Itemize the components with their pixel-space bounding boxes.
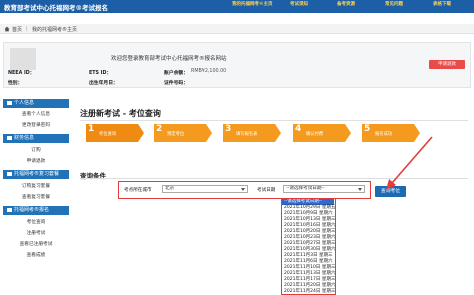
- sidebar-item-view-scores[interactable]: 查看成绩: [3, 252, 69, 258]
- step-1: 1 考位查询: [86, 124, 144, 142]
- breadcrumb-current[interactable]: 我的托福网考®主页: [32, 26, 77, 33]
- sidebar-head-finance[interactable]: 财务信息: [3, 134, 69, 143]
- annotation-arrow-icon: [386, 136, 433, 190]
- dob-label: 出生年月日：: [89, 81, 118, 86]
- sidebar-head-prep[interactable]: 托福网考®复习套餐: [3, 170, 69, 179]
- nav-exam-notes[interactable]: 考试须知: [290, 1, 308, 7]
- city-label: 考点所在城市: [124, 188, 152, 193]
- balance-label: 账户余额：: [164, 71, 188, 76]
- sidebar-item-refund[interactable]: 申请退款: [3, 158, 69, 164]
- refund-button[interactable]: 申请退款: [429, 60, 465, 69]
- top-nav: 我的托福网考®主页 考试须知 备考资源 常见问题 表格下载: [226, 0, 474, 13]
- nav-faq[interactable]: 常见问题: [385, 1, 403, 7]
- page-title: 注册新考试 - 考位查询: [80, 109, 161, 118]
- sidebar-item-change-password[interactable]: 更改登录密码: [3, 122, 69, 128]
- id-number-label: 证件号码：: [164, 81, 188, 86]
- sidebar-item-register-exam[interactable]: 注册考试: [3, 230, 69, 236]
- finance-icon: [7, 135, 12, 140]
- sidebar-head-register[interactable]: 托福网考®报名: [3, 206, 69, 215]
- register-icon: [7, 207, 12, 212]
- breadcrumb: 首页 | 我的托福网考®主页: [0, 24, 474, 34]
- sidebar: 个人信息 查看个人信息 更改登录密码 财务信息 订购 申请退款 托福网考®复习套…: [3, 99, 69, 295]
- breadcrumb-home[interactable]: 首页: [12, 26, 22, 33]
- step-3: 3 填写报名表: [223, 124, 281, 142]
- neea-id-label: NEEA ID：: [8, 71, 35, 76]
- book-icon: [7, 171, 12, 176]
- sidebar-item-order[interactable]: 订购: [3, 147, 69, 153]
- user-icon: [7, 100, 12, 105]
- date-option[interactable]: 2021年11月24日 星期三: [282, 289, 335, 294]
- home-icon: [4, 26, 10, 32]
- sidebar-item-view-info[interactable]: 查看个人信息: [3, 111, 69, 117]
- city-select[interactable]: 北京: [162, 185, 248, 193]
- sidebar-head-personal[interactable]: 个人信息: [3, 99, 69, 108]
- gender-label: 性别：: [8, 81, 23, 86]
- balance-value: RMB¥2,100.00: [191, 69, 227, 74]
- nav-prep-resources[interactable]: 备考资源: [337, 1, 355, 7]
- step-2: 2 预定考位: [154, 124, 212, 142]
- nav-my-home[interactable]: 我的托福网考®主页: [232, 1, 273, 7]
- title-divider: [80, 120, 468, 121]
- sidebar-item-seat-search[interactable]: 考位查询: [3, 219, 69, 225]
- nav-forms-download[interactable]: 表格下载: [433, 1, 451, 7]
- sidebar-item-order-prep[interactable]: 订购复习套餐: [3, 183, 69, 189]
- site-header: 教育部考试中心托福网考®考试报名 我的托福网考®主页 考试须知 备考资源 常见问…: [0, 0, 474, 13]
- welcome-message: 欢迎您登录教育部考试中心托福网考®报名网站: [111, 56, 227, 62]
- profile-panel: 欢迎您登录教育部考试中心托福网考®报名网站 NEEA ID： ETS ID： 账…: [3, 42, 471, 88]
- ets-id-label: ETS ID：: [89, 71, 112, 76]
- chevron-down-icon: [241, 188, 245, 191]
- site-brand[interactable]: 教育部考试中心托福网考®考试报名: [4, 2, 108, 12]
- date-label: 考试日期: [257, 188, 276, 193]
- avatar: [10, 48, 36, 70]
- breadcrumb-separator: |: [26, 26, 28, 32]
- sidebar-item-view-registered[interactable]: 查看已注册考试: [3, 241, 69, 247]
- sidebar-item-view-prep[interactable]: 查看复习套餐: [3, 194, 69, 200]
- date-dropdown-list: --请选择考试日期-- 2021年10月29日 星期五 2021年10月9日 星…: [281, 198, 336, 295]
